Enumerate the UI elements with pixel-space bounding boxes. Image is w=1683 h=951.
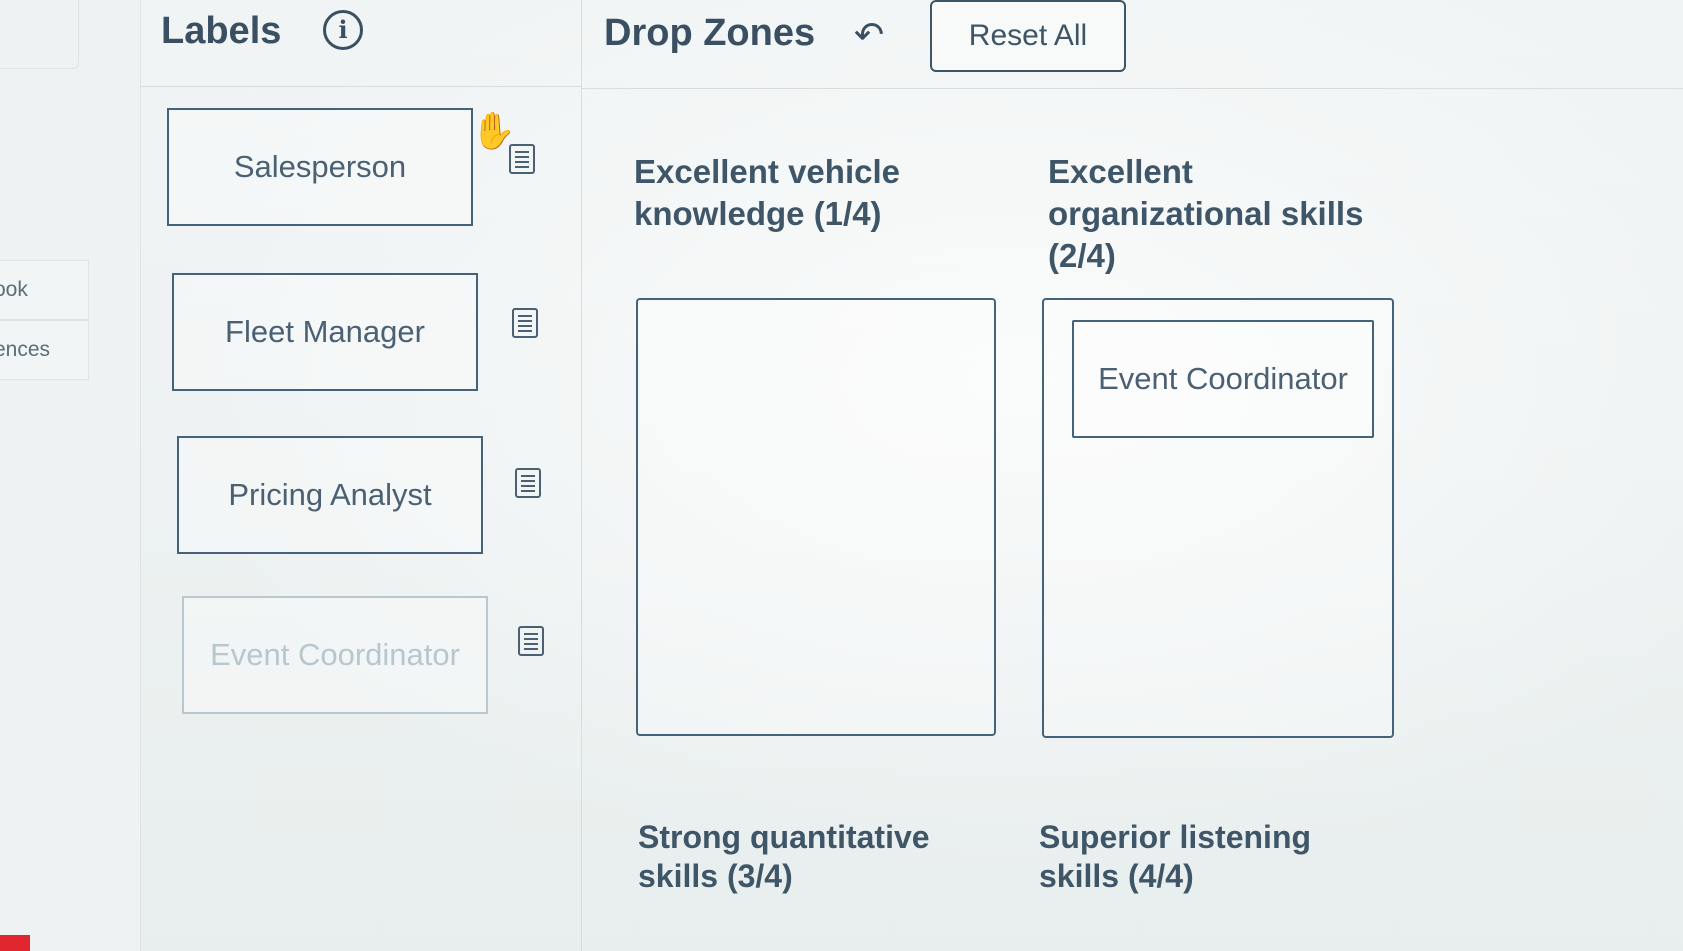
labels-panel: Labels i Salesperson Fleet Manager Prici… <box>141 0 582 951</box>
sidebar-item-references[interactable]: ences <box>0 320 89 380</box>
rail-top-button[interactable] <box>0 0 79 69</box>
drop-zones-header: Drop Zones ↶ Reset All <box>582 0 1683 89</box>
undo-icon[interactable]: ↶ <box>854 14 884 56</box>
label-card-pricing-analyst[interactable]: Pricing Analyst <box>177 436 483 554</box>
labels-title: Labels <box>161 10 282 52</box>
zone-heading-organizational-skills: Excellent organizational skills (2/4) <box>1048 153 1364 274</box>
document-icon[interactable] <box>518 626 544 656</box>
label-card-salesperson[interactable]: Salesperson <box>167 108 473 226</box>
reset-all-button[interactable]: Reset All <box>930 0 1126 72</box>
red-indicator <box>0 935 30 951</box>
label-card-fleet-manager[interactable]: Fleet Manager <box>172 273 478 391</box>
label-card-event-coordinator: Event Coordinator <box>182 596 488 714</box>
drop-zone-vehicle-knowledge[interactable] <box>636 298 996 736</box>
drop-zone-organizational-skills[interactable]: Event Coordinator <box>1042 298 1394 738</box>
drop-zones-title: Drop Zones <box>604 12 816 54</box>
left-nav-rail: ook ences <box>0 0 141 951</box>
zone-heading-vehicle-knowledge: Excellent vehicle knowledge (1/4) <box>634 153 900 232</box>
labels-header: Labels i <box>141 0 581 87</box>
hand-cursor-icon: ✋ <box>471 110 516 151</box>
drop-zones-panel: Drop Zones ↶ Reset All Excellent vehicle… <box>582 0 1683 951</box>
app-screen: ook ences Labels i Salesperson Fleet Man… <box>0 0 1683 951</box>
placed-card-event-coordinator[interactable]: Event Coordinator <box>1072 320 1374 438</box>
sidebar-item-book[interactable]: ook <box>0 260 89 320</box>
document-icon[interactable] <box>512 308 538 338</box>
zone-heading-listening-skills: Superior listening skills (4/4) <box>1039 819 1312 894</box>
document-icon[interactable] <box>515 468 541 498</box>
info-icon[interactable]: i <box>323 10 363 50</box>
zone-heading-quantitative-skills: Strong quantitative skills (3/4) <box>638 819 930 894</box>
